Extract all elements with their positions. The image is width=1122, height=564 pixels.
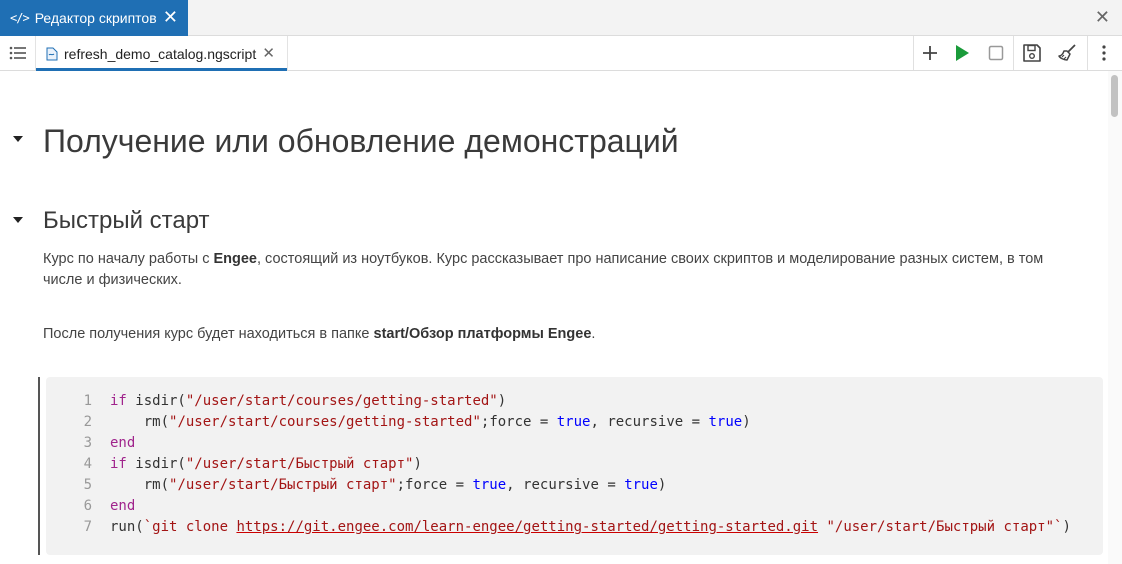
stop-icon <box>988 45 1004 61</box>
more-icon <box>1102 45 1106 61</box>
code-line: 6 end <box>83 498 136 514</box>
panel-tab-bar: </> Редактор скриптов ✕ ✕ <box>0 0 1122 36</box>
code-line: 3 end <box>83 435 136 451</box>
cell-indicator <box>38 377 40 555</box>
file-tab-label: refresh_demo_catalog.ngscript <box>64 45 257 62</box>
editor-toolbar: refresh_demo_catalog.ngscript ✕ <box>0 36 1122 71</box>
panel-close-icon[interactable]: ✕ <box>1095 8 1110 26</box>
heading-main: Получение или обновление демонстраций <box>43 123 679 159</box>
outline-list-button[interactable] <box>0 36 36 70</box>
clear-output-icon <box>1058 44 1076 61</box>
paragraph-course-location: После получения курс будет находиться в … <box>43 326 596 342</box>
code-line: 2 rm("/user/start/courses/getting-starte… <box>83 414 751 430</box>
paragraph-course-description: Курс по началу работы с Engee, состоящий… <box>43 251 1044 288</box>
git-url-link[interactable]: https://git.engee.com/learn-engee/gettin… <box>236 519 818 535</box>
run-button[interactable] <box>945 36 979 70</box>
collapse-section-icon[interactable] <box>13 136 23 142</box>
add-icon <box>923 46 937 60</box>
toolbar-divider <box>1013 36 1014 70</box>
code-editor[interactable]: 1 if isdir("/user/start/courses/getting-s… <box>46 377 1103 555</box>
stop-button[interactable] <box>979 36 1013 70</box>
code-line: 5 rm("/user/start/Быстрый старт";force =… <box>83 477 667 493</box>
code-line: 4 if isdir("/user/start/Быстрый старт") <box>83 456 422 472</box>
file-tab[interactable]: refresh_demo_catalog.ngscript ✕ <box>36 36 288 71</box>
code-icon: </> <box>10 11 30 25</box>
add-button[interactable] <box>913 36 947 70</box>
collapse-section-icon[interactable] <box>13 217 23 223</box>
panel-tab-label: Редактор скриптов <box>34 10 157 26</box>
clear-output-button[interactable] <box>1050 36 1084 70</box>
script-editor-panel-tab[interactable]: </> Редактор скриптов ✕ <box>0 0 188 36</box>
panel-tab-close-icon[interactable]: ✕ <box>163 8 178 26</box>
heading-quick-start: Быстрый старт <box>43 207 210 234</box>
save-icon <box>1023 44 1041 62</box>
script-file-icon <box>46 47 58 60</box>
save-button[interactable] <box>1015 36 1049 70</box>
scrollbar-thumb[interactable] <box>1111 75 1118 117</box>
outline-list-icon <box>9 46 26 60</box>
code-line: 7 run(`git clone https://git.engee.com/le… <box>83 519 1071 535</box>
script-document: Получение или обновление демонстраций Бы… <box>0 71 1108 564</box>
run-icon <box>956 45 969 61</box>
vertical-scrollbar[interactable] <box>1108 71 1122 564</box>
code-line: 1 if isdir("/user/start/courses/getting-s… <box>83 393 507 409</box>
file-tab-close-icon[interactable]: ✕ <box>262 44 275 62</box>
code-cell[interactable]: 1 if isdir("/user/start/courses/getting-s… <box>38 377 1103 555</box>
more-button[interactable] <box>1087 36 1121 70</box>
